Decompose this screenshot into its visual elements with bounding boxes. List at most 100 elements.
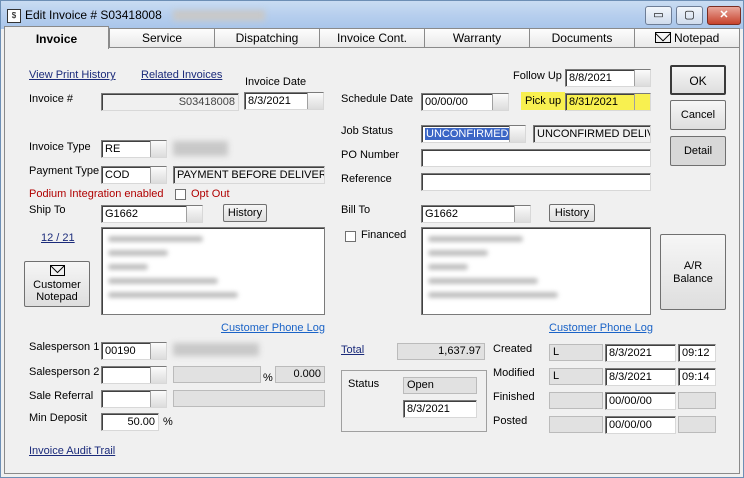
reference-field[interactable]	[421, 173, 651, 191]
close-button[interactable]: ✕	[707, 6, 741, 25]
tab-invoice-cont[interactable]: Invoice Cont.	[319, 28, 425, 48]
po-number-field[interactable]	[421, 149, 651, 167]
modified-user-field: L	[549, 368, 603, 385]
salesperson2-pct-field: 0.000	[275, 366, 325, 383]
invoice-number-field: S03418008	[101, 93, 239, 111]
created-date-field: 8/3/2021	[605, 344, 676, 362]
chevron-down-icon[interactable]	[150, 391, 166, 407]
chevron-down-icon[interactable]	[186, 206, 202, 222]
ship-to-label: Ship To	[29, 204, 66, 216]
tab-dispatching[interactable]: Dispatching	[214, 28, 320, 48]
bill-customer-phone-log-link[interactable]: Customer Phone Log	[549, 322, 653, 334]
ship-customer-phone-log-link[interactable]: Customer Phone Log	[221, 322, 325, 334]
finished-user-field	[549, 392, 603, 409]
ship-to-address[interactable]	[101, 227, 325, 315]
tab-service[interactable]: Service	[109, 28, 215, 48]
posted-time-field	[678, 416, 716, 433]
follow-up-field[interactable]: 8/8/2021	[565, 69, 651, 87]
total-field: 1,637.97	[397, 343, 485, 360]
financed-checkbox[interactable]	[345, 231, 356, 242]
chevron-down-icon[interactable]	[634, 70, 650, 86]
ok-button[interactable]: OK	[670, 65, 726, 95]
sale-referral-dropdown[interactable]	[101, 390, 167, 408]
bill-to-history-button[interactable]: History	[549, 204, 595, 222]
payment-type-label: Payment Type	[29, 165, 100, 177]
chevron-down-icon[interactable]	[492, 94, 508, 110]
view-print-history-link[interactable]: View Print History	[29, 69, 116, 81]
modified-label: Modified	[493, 367, 535, 379]
chevron-down-icon[interactable]	[509, 126, 525, 142]
invoice-date-field[interactable]: 8/3/2021	[244, 92, 324, 110]
envelope-icon	[49, 265, 65, 276]
invoice-panel: View Print History Related Invoices Invo…	[4, 47, 740, 474]
reference-label: Reference	[341, 173, 392, 185]
posted-label: Posted	[493, 415, 528, 427]
ship-to-dropdown[interactable]: G1662	[101, 205, 203, 223]
invoice-type-dropdown[interactable]: RE	[101, 140, 167, 158]
customer-notepad-button[interactable]: Customer Notepad	[24, 261, 90, 307]
status-date-field: 8/3/2021	[403, 400, 477, 418]
schedule-date-label: Schedule Date	[341, 93, 414, 105]
salesperson1-dropdown[interactable]: 00190	[101, 342, 167, 360]
modified-date-field: 8/3/2021	[605, 368, 676, 386]
bill-to-label: Bill To	[341, 204, 371, 216]
sale-referral-desc-field	[173, 390, 325, 407]
posted-date-field: 00/00/00	[605, 416, 676, 434]
cancel-button[interactable]: Cancel	[670, 100, 726, 130]
chevron-down-icon[interactable]	[150, 167, 166, 183]
tab-documents[interactable]: Documents	[529, 28, 635, 48]
payment-description-field: PAYMENT BEFORE DELIVER	[173, 166, 325, 184]
redacted-title	[173, 10, 265, 21]
follow-up-label: Follow Up	[513, 70, 562, 82]
maximize-button[interactable]: ▢	[676, 6, 703, 25]
min-deposit-field[interactable]: 50.00	[101, 413, 159, 431]
job-status-label: Job Status	[341, 125, 393, 137]
total-link[interactable]: Total	[341, 344, 364, 356]
salesperson2-label: Salesperson 2	[29, 366, 100, 378]
related-invoices-link[interactable]: Related Invoices	[141, 69, 222, 81]
modified-time-field: 09:14	[678, 368, 716, 386]
invoice-audit-trail-link[interactable]: Invoice Audit Trail	[29, 445, 115, 457]
podium-integration-label: Podium Integration enabled	[29, 188, 164, 200]
ship-to-history-button[interactable]: History	[223, 204, 267, 222]
invoice-number-label: Invoice #	[29, 93, 74, 105]
window-title: Edit Invoice # S03418008	[25, 8, 162, 22]
created-user-field: L	[549, 344, 603, 361]
invoice-date-label: Invoice Date	[245, 76, 307, 88]
posted-user-field	[549, 416, 603, 433]
salesperson2-dropdown[interactable]	[101, 366, 167, 384]
created-label: Created	[493, 343, 533, 355]
tab-warranty[interactable]: Warranty	[424, 28, 530, 48]
tab-invoice[interactable]: Invoice	[4, 26, 109, 49]
edit-invoice-window: $ Edit Invoice # S03418008 ▭ ▢ ✕ Invoice…	[0, 0, 744, 478]
app-icon: $	[7, 9, 21, 23]
job-status-dropdown[interactable]: UNCONFIRMED	[421, 125, 526, 143]
tab-notepad[interactable]: Notepad	[634, 28, 740, 48]
redacted-salesperson1-name	[173, 343, 259, 356]
finished-time-field	[678, 392, 716, 409]
chevron-down-icon[interactable]	[150, 367, 166, 383]
pick-up-field[interactable]: 8/31/2021	[565, 93, 651, 111]
percent-label: %	[263, 372, 273, 384]
job-status-description-field: UNCONFIRMED DELIV	[533, 125, 651, 143]
bill-to-address[interactable]	[421, 227, 651, 315]
bill-to-dropdown[interactable]: G1662	[421, 205, 531, 223]
title-bar: $ Edit Invoice # S03418008 ▭ ▢ ✕	[1, 1, 743, 29]
opt-out-checkbox[interactable]	[175, 189, 186, 200]
sale-referral-label: Sale Referral	[29, 390, 94, 402]
payment-type-dropdown[interactable]: COD	[101, 166, 167, 184]
chevron-down-icon[interactable]	[307, 93, 323, 109]
redacted-invoice-type-desc	[173, 141, 228, 156]
schedule-date-field[interactable]: 00/00/00	[421, 93, 509, 111]
chevron-down-icon[interactable]	[514, 206, 530, 222]
financed-label: Financed	[361, 229, 407, 241]
ar-balance-button[interactable]: A/R Balance	[660, 234, 726, 310]
chevron-down-icon[interactable]	[634, 94, 650, 110]
page-count-link[interactable]: 12 / 21	[41, 232, 75, 244]
detail-button[interactable]: Detail	[670, 136, 726, 166]
minimize-button[interactable]: ▭	[645, 6, 672, 25]
chevron-down-icon[interactable]	[150, 343, 166, 359]
salesperson2-name-field	[173, 366, 261, 383]
chevron-down-icon[interactable]	[150, 141, 166, 157]
envelope-icon	[654, 32, 671, 43]
